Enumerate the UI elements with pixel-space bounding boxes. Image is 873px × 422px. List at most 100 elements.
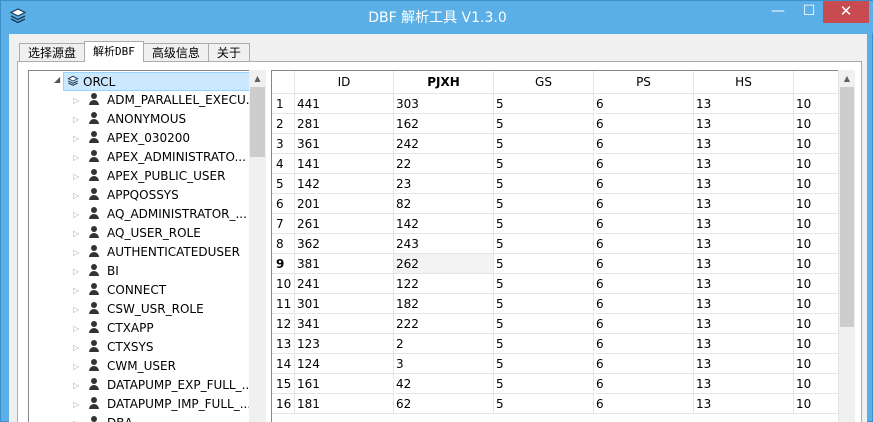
table-cell[interactable]: 5 <box>494 354 594 374</box>
row-number[interactable]: 15 <box>272 374 295 394</box>
tab-advanced-info[interactable]: 高级信息 <box>142 43 209 62</box>
table-cell[interactable]: 10 <box>794 174 844 194</box>
table-cell[interactable]: 181 <box>295 394 394 414</box>
row-number[interactable]: 8 <box>272 234 295 254</box>
column-header[interactable]: GS <box>494 71 594 94</box>
expand-arrow-icon[interactable]: ▷ <box>73 262 83 281</box>
tree-item[interactable]: ▷ DATAPUMP_IMP_FULL_... <box>73 395 258 414</box>
table-cell[interactable]: 142 <box>295 174 394 194</box>
title-bar[interactable]: DBF 解析工具 V1.3.0 — ☐ ✕ <box>1 1 873 33</box>
table-cell[interactable]: 10 <box>794 254 844 274</box>
expand-arrow-icon[interactable]: ▷ <box>73 243 83 262</box>
table-cell[interactable]: 10 <box>794 134 844 154</box>
row-number[interactable]: 16 <box>272 394 295 414</box>
table-cell[interactable]: 2 <box>394 334 494 354</box>
table-row[interactable]: 15 161 42 5 6 13 10 <box>272 374 853 394</box>
table-cell[interactable]: 123 <box>295 334 394 354</box>
tree-item[interactable]: ▷ CTXSYS <box>73 338 258 357</box>
table-cell[interactable]: 10 <box>794 154 844 174</box>
table-cell[interactable]: 261 <box>295 214 394 234</box>
table-row[interactable]: 16 181 62 5 6 13 10 <box>272 394 853 414</box>
table-cell[interactable]: 6 <box>594 274 694 294</box>
expand-arrow-icon[interactable]: ▷ <box>73 205 83 224</box>
table-cell[interactable]: 201 <box>295 194 394 214</box>
tree-item[interactable]: ▷ CTXAPP <box>73 319 258 338</box>
table-cell[interactable]: 6 <box>594 94 694 114</box>
table-cell[interactable]: 10 <box>794 114 844 134</box>
table-cell[interactable]: 10 <box>794 294 844 314</box>
table-cell[interactable]: 5 <box>494 254 594 274</box>
row-number[interactable]: 1 <box>272 94 295 114</box>
table-row[interactable]: 11 301 182 5 6 13 10 <box>272 294 853 314</box>
column-header[interactable]: PJXH <box>394 71 494 94</box>
tree-item[interactable]: ▷ ADM_PARALLEL_EXECU... <box>73 91 258 110</box>
table-cell[interactable]: 13 <box>694 234 794 254</box>
table-row[interactable]: 12 341 222 5 6 13 10 <box>272 314 853 334</box>
table-cell[interactable]: 222 <box>394 314 494 334</box>
table-cell[interactable]: 6 <box>594 234 694 254</box>
table-row[interactable]: 2 281 162 5 6 13 10 <box>272 114 853 134</box>
tree-item[interactable]: ▷ CONNECT <box>73 281 258 300</box>
row-number[interactable]: 3 <box>272 134 295 154</box>
table-cell[interactable]: 6 <box>594 294 694 314</box>
table-cell[interactable]: 13 <box>694 114 794 134</box>
expand-arrow-icon[interactable]: ▷ <box>73 338 83 357</box>
table-cell[interactable]: 13 <box>694 134 794 154</box>
table-cell[interactable]: 13 <box>694 374 794 394</box>
table-cell[interactable]: 182 <box>394 294 494 314</box>
expand-arrow-icon[interactable]: ▷ <box>73 148 83 167</box>
table-cell[interactable]: 303 <box>394 94 494 114</box>
schema-tree[interactable]: ◢ ORCL ▷ ADM_PARALLEL_EXECU... ▷ ANONYMOUS ▷… <box>28 70 259 422</box>
table-cell[interactable]: 381 <box>295 254 394 274</box>
table-cell[interactable]: 13 <box>694 274 794 294</box>
table-cell[interactable]: 5 <box>494 214 594 234</box>
column-header[interactable]: PS <box>594 71 694 94</box>
tree-item[interactable]: ▷ APEX_030200 <box>73 129 258 148</box>
table-row[interactable]: 5 142 23 5 6 13 10 <box>272 174 853 194</box>
tab-about[interactable]: 关于 <box>207 43 250 62</box>
table-cell[interactable]: 141 <box>295 154 394 174</box>
tree-item[interactable]: ▷ DBA <box>73 414 258 422</box>
table-cell[interactable]: 142 <box>394 214 494 234</box>
tree-item[interactable]: ▷ AQ_USER_ROLE <box>73 224 258 243</box>
table-cell[interactable]: 5 <box>494 174 594 194</box>
table-cell[interactable]: 262 <box>394 254 494 274</box>
table-cell[interactable]: 5 <box>494 194 594 214</box>
tab-select-source-disk[interactable]: 选择源盘 <box>19 43 86 62</box>
table-cell[interactable]: 10 <box>794 394 844 414</box>
expand-arrow-icon[interactable]: ▷ <box>73 91 83 110</box>
table-cell[interactable]: 10 <box>794 354 844 374</box>
collapse-arrow-icon[interactable]: ◢ <box>54 75 60 84</box>
table-cell[interactable]: 10 <box>794 314 844 334</box>
table-cell[interactable]: 6 <box>594 214 694 234</box>
expand-arrow-icon[interactable]: ▷ <box>73 395 83 414</box>
table-cell[interactable]: 6 <box>594 394 694 414</box>
close-button[interactable]: ✕ <box>823 1 869 23</box>
tree-item[interactable]: ▷ APPQOSSYS <box>73 186 258 205</box>
table-cell[interactable]: 281 <box>295 114 394 134</box>
table-cell[interactable]: 13 <box>694 214 794 234</box>
table-cell[interactable]: 13 <box>694 94 794 114</box>
table-cell[interactable]: 301 <box>295 294 394 314</box>
expand-arrow-icon[interactable]: ▷ <box>73 129 83 148</box>
table-cell[interactable]: 5 <box>494 274 594 294</box>
table-cell[interactable]: 6 <box>594 134 694 154</box>
table-row[interactable]: 14 124 3 5 6 13 10 <box>272 354 853 374</box>
table-cell[interactable]: 5 <box>494 154 594 174</box>
scroll-up-arrow-icon[interactable]: ▲ <box>839 70 855 87</box>
tree-item[interactable]: ▷ AQ_ADMINISTRATOR_... <box>73 205 258 224</box>
table-cell[interactable]: 13 <box>694 334 794 354</box>
table-cell[interactable]: 62 <box>394 394 494 414</box>
table-cell[interactable]: 5 <box>494 234 594 254</box>
expand-arrow-icon[interactable]: ▷ <box>73 110 83 129</box>
row-number[interactable]: 4 <box>272 154 295 174</box>
table-row[interactable]: 4 141 22 5 6 13 10 <box>272 154 853 174</box>
grid-corner-cell[interactable] <box>272 71 295 94</box>
table-cell[interactable]: 341 <box>295 314 394 334</box>
table-cell[interactable]: 6 <box>594 114 694 134</box>
table-cell[interactable]: 13 <box>694 194 794 214</box>
table-cell[interactable]: 362 <box>295 234 394 254</box>
expand-arrow-icon[interactable]: ▷ <box>73 281 83 300</box>
expand-arrow-icon[interactable]: ▷ <box>73 319 83 338</box>
table-cell[interactable]: 10 <box>794 334 844 354</box>
